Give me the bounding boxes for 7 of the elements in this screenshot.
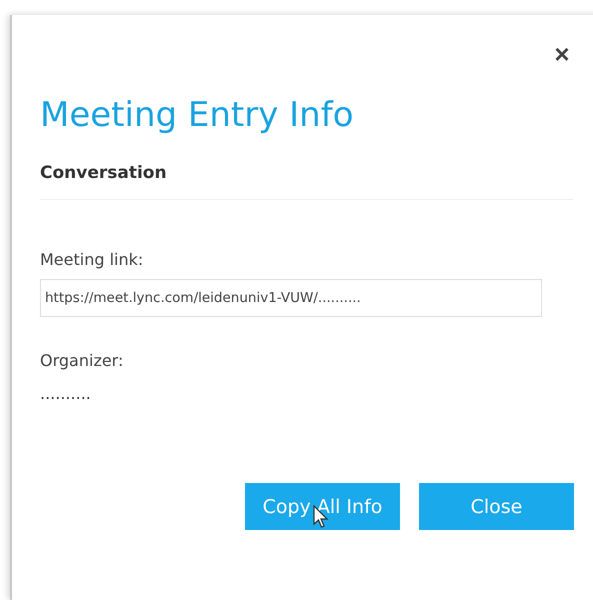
section-heading: Conversation [40,163,168,183]
input-field[interactable]: https://meet.lync.com/leidenuniv1-VUW/.......... [40,279,542,317]
field-label: Organizer: [40,351,124,370]
field-value: .......... [40,384,92,403]
dialog-title: Meeting Entry Info [40,94,355,137]
field-label: Meeting link: [40,250,144,269]
close-button[interactable]: × [551,41,573,67]
